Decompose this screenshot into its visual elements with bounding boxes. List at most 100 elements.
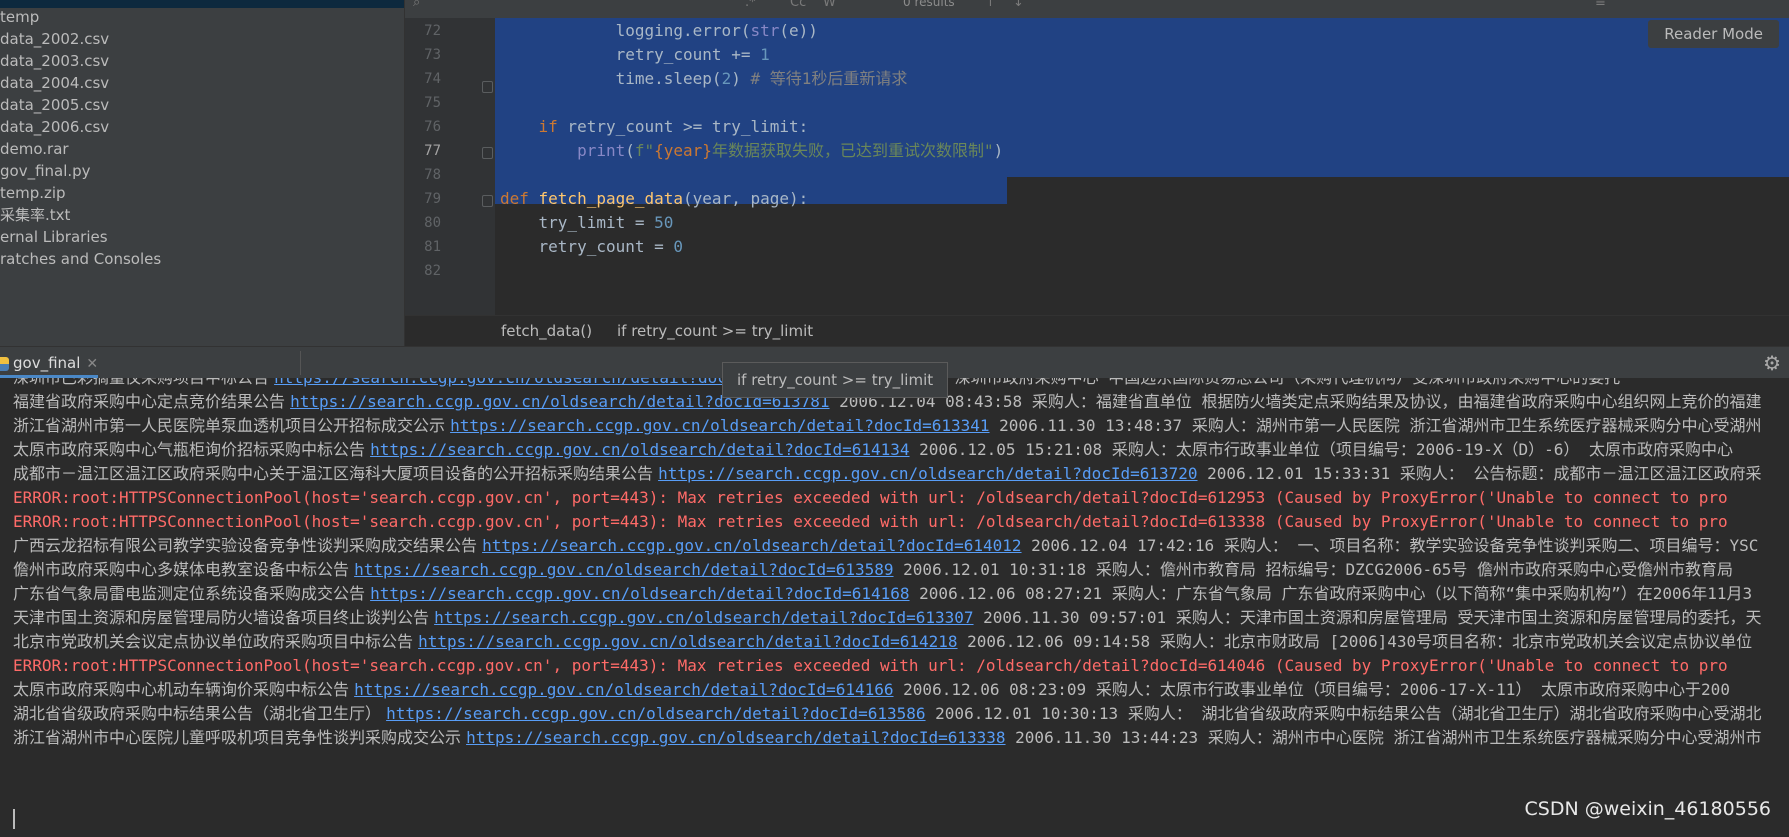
code-token: retry_count += [500,45,761,64]
prev-occurrence-icon[interactable]: ↑ [985,0,996,10]
tree-item-scratches-consoles[interactable]: ratches and Consoles [0,247,161,272]
line-number-gutter: 72 73 74 75 76 77 78 79 80 81 82 [405,18,495,315]
console-log-line: 太原市政府采购中心机动车辆询价采购中标公告 https://search.ccg… [13,676,1730,703]
breadcrumb-item-fetch-data[interactable]: fetch_data() [501,316,592,346]
console-log-line: 儋州市政府采购中心多媒体电教室设备中标公告 https://search.ccg… [13,556,1733,583]
log-title: 成都市－温江区温江区政府采购中心关于温江区海科大厦项目设备的公开招标采购结果公告 [13,464,659,483]
console-log-line: 湖北省省级政府采购中标结果公告（湖北省卫生厅） https://search.c… [13,700,1761,727]
match-case-icon[interactable]: Cc [790,0,806,10]
log-url-link[interactable]: https://search.ccgp.gov.cn/oldsearch/det… [434,608,973,627]
log-title: 深圳市巴彩摘量仪采购项目中标公告 [13,378,274,387]
log-url-link[interactable]: https://search.ccgp.gov.cn/oldsearch/det… [354,680,893,699]
code-editor[interactable]: ⌕ .* Cc W 0 results ↑ ↓ ≡ 72 73 74 75 76… [405,0,1789,346]
log-details: 2006.12.01 10:31:18 采购人：儋州市教育局 招标编号：DZCG… [893,560,1734,579]
log-url-link[interactable]: https://search.ccgp.gov.cn/oldsearch/det… [386,704,925,723]
reader-mode-button[interactable]: Reader Mode [1648,20,1779,48]
log-details: 2006.12.06 09:14:58 采购人：北京市财政局 [2006]430… [957,632,1753,651]
log-url-link[interactable]: https://search.ccgp.gov.cn/oldsearch/det… [354,560,893,579]
log-title: 浙江省湖州市第一人民医院单泵血透机项目公开招标成交公示 [13,416,451,435]
search-icon[interactable]: ⌕ [413,0,420,10]
line-number-current: 77 [424,143,441,159]
whole-words-icon[interactable]: W [823,0,836,10]
log-title: 湖北省省级政府采购中标结果公告（湖北省卫生厅） [13,704,387,723]
log-details: 2006.12.06 08:23:09 采购人：太原市行政事业单位（项目编号：2… [893,680,1730,699]
log-details: 2006.12.05 15:21:08 采购人：太原市行政事业单位（项目编号：2… [909,440,1734,459]
log-details: 2006.12.04 17:42:16 采购人： 一、项目名称：教学实验设备竞争… [1021,536,1759,555]
next-occurrence-icon[interactable]: ↓ [1013,0,1024,10]
code-line-79: def fetch_page_data(year, page): [500,185,808,212]
code-line-72: logging.error(str(e)) [500,17,818,44]
line-number: 76 [424,119,441,135]
find-results-count: 0 results [903,0,955,9]
code-token-function: fetch_page_data [538,189,684,208]
python-icon [0,356,9,371]
close-icon[interactable]: ✕ [86,356,98,372]
console-log-line: 广西云龙招标有限公司教学实验设备竞争性谈判采购成交结果公告 https://se… [13,532,1758,559]
line-number: 74 [424,71,441,87]
console-log-line: 太原市政府采购中心气瓶柜询价招标采购中标公告 https://search.cc… [13,436,1733,463]
fold-marker-icon[interactable] [482,81,493,93]
filter-icon[interactable]: ≡ [1595,0,1606,10]
code-token-number: 50 [654,213,674,232]
log-url-link[interactable]: https://search.ccgp.gov.cn/oldsearch/det… [370,584,909,603]
console-input-caret[interactable] [13,809,15,829]
console-log-line: 浙江省湖州市中心医院儿童呼吸机项目竞争性谈判采购成交公示 https://sea… [13,724,1761,751]
csdn-watermark: CSDN @weixin_46180556 [1524,798,1772,820]
code-token-number: 0 [673,237,684,256]
code-line-77: print(f"{year}年数据获取失败，已达到重试次数限制") [500,137,1003,164]
code-token: ) [993,141,1004,160]
code-token-keyword: if [538,117,558,136]
code-token: time.sleep( [500,69,722,88]
regex-toggle-icon[interactable]: .* [745,0,756,10]
log-url-link[interactable]: https://search.ccgp.gov.cn/oldsearch/det… [418,632,957,651]
line-number: 79 [424,191,441,207]
line-number: 82 [424,263,441,279]
code-line-80: try_limit = 50 [500,209,674,236]
log-title: 广东省气象局雷电监测定位系统设备采购成交公告 [13,584,371,603]
code-token-keyword: def [500,189,539,208]
log-details: 2006.11.30 13:48:37 采购人：湖州市第一人民医院 浙江省湖州市… [989,416,1762,435]
log-details: 2006.11.30 09:57:01 采购人：天津市国土资源和房屋管理局 受天… [973,608,1762,627]
console-error-line: ERROR:root:HTTPSConnectionPool(host='sea… [13,488,1728,507]
run-console-output[interactable]: 深圳市巴彩摘量仪采购项目中标公告 https://search.ccgp.gov… [0,378,1789,837]
log-details: 2006.11.30 13:44:23 采购人：湖州市中心医院 浙江省湖州市卫生… [1005,728,1762,747]
console-log-line: 天津市国土资源和房屋管理局防火墙设备项目终止谈判公告 https://searc… [13,604,1761,631]
log-url-link[interactable]: https://search.ccgp.gov.cn/oldsearch/det… [274,378,785,387]
log-title: 北京市党政机关会议定点协议单位政府采购项目中标公告 [13,632,419,651]
project-tree-panel: temp data_2002.csv data_2003.csv data_20… [0,0,405,346]
line-number: 80 [424,215,441,231]
log-title: 太原市政府采购中心气瓶柜询价招标采购中标公告 [13,440,371,459]
log-url-link[interactable]: https://search.ccgp.gov.cn/oldsearch/det… [658,464,1197,483]
code-token-string: f" [634,141,655,160]
console-log-line: 北京市党政机关会议定点协议单位政府采购项目中标公告 https://search… [13,628,1752,655]
fold-marker-icon[interactable] [482,195,493,207]
breadcrumb-item-if-retry[interactable]: if retry_count >= try_limit [617,316,813,346]
breadcrumb: fetch_data() if retry_count >= try_limit [405,315,1789,346]
gear-icon[interactable]: ⚙ [1763,351,1781,375]
run-tab-label: gov_final [13,354,81,372]
log-url-link[interactable]: https://search.ccgp.gov.cn/oldsearch/det… [466,728,1005,747]
log-url-link[interactable]: https://search.ccgp.gov.cn/oldsearch/det… [370,440,909,459]
log-details: 2006.12.01 15:33:31 采购人： 公告标题：成都市－温江区温江区… [1197,464,1762,483]
code-token-builtin: str [750,21,780,40]
console-log-line: 广东省气象局雷电监测定位系统设备采购成交公告 https://search.cc… [13,580,1752,607]
line-number: 78 [424,167,441,183]
fold-marker-icon[interactable] [482,147,493,159]
log-title: 天津市国土资源和房屋管理局防火墙设备项目终止谈判公告 [13,608,435,627]
code-token: (year, page): [683,189,809,208]
code-line-81: retry_count = 0 [500,233,684,260]
breadcrumb-tooltip: if retry_count >= try_limit [722,362,949,398]
code-token-string: 年数据获取失败，已达到重试次数限制" [711,141,994,160]
log-title: 太原市政府采购中心机动车辆询价采购中标公告 [13,680,355,699]
log-url-link[interactable]: https://search.ccgp.gov.cn/oldsearch/det… [482,536,1021,555]
code-token-number: 1 [760,45,770,64]
log-title: 儋州市政府采购中心多媒体电教室设备中标公告 [13,560,355,579]
code-token: try_limit = [500,213,655,232]
code-line-76: if retry_count >= try_limit: [500,113,809,140]
log-url-link[interactable]: https://search.ccgp.gov.cn/oldsearch/det… [450,416,989,435]
line-number: 75 [424,95,441,111]
line-number: 73 [424,47,441,63]
code-area[interactable]: logging.error(str(e)) retry_count += 1 t… [495,18,1789,315]
log-title: 福建省政府采购中心定点竞价结果公告 [13,392,291,411]
code-token: retry_count = [500,237,674,256]
